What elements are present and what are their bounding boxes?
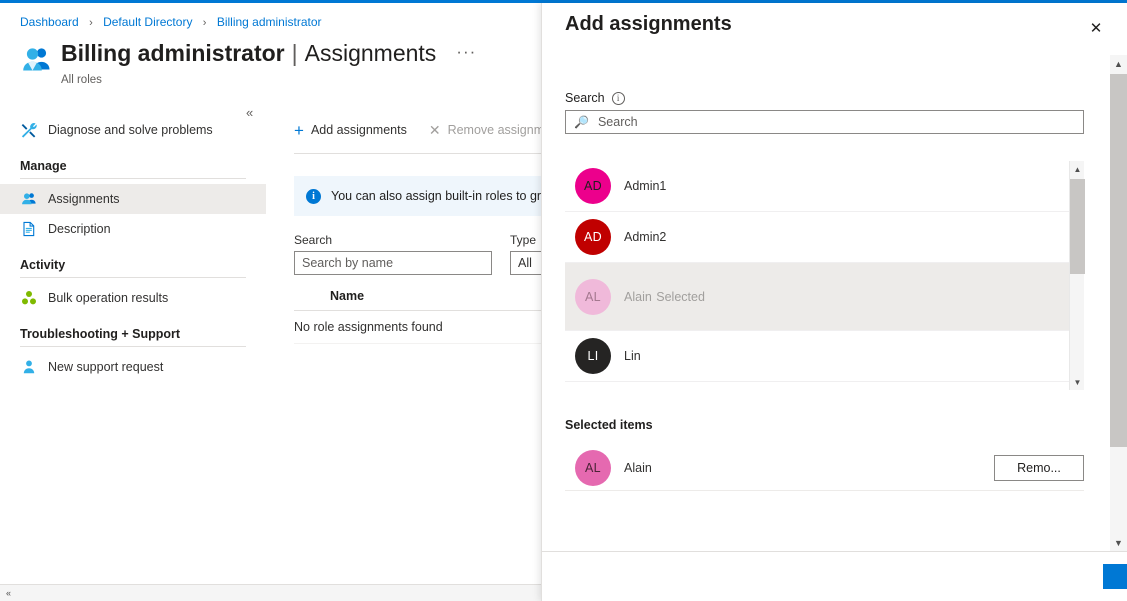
close-x-icon: ✕ (429, 123, 441, 137)
selected-item-name: Alain (624, 461, 994, 475)
sidebar-divider (20, 346, 246, 347)
document-icon (20, 220, 38, 238)
avatar: LI (575, 338, 611, 374)
breadcrumb: Dashboard › Default Directory › Billing … (20, 14, 322, 31)
panel-search-box[interactable]: 🔍 (565, 110, 1084, 134)
info-circle-icon[interactable]: i (612, 92, 625, 105)
sidebar-group-activity: Activity (0, 258, 266, 277)
column-header-name: Name (330, 289, 364, 303)
page-title-row: Billing administrator | Assignments ··· … (20, 39, 476, 88)
person-name: Alain (624, 290, 652, 304)
sidebar: « Diagnose and solve problems Manage (0, 115, 266, 382)
users-group-icon (20, 43, 54, 77)
list-item-selected-disabled: AL Alain Selected (565, 263, 1069, 331)
people-results-container: AD Admin1 AD Admin2 AL (565, 161, 1084, 390)
table-empty-message: No role assignments found (294, 320, 443, 334)
scrollbar-thumb[interactable] (1070, 179, 1085, 274)
search-filter-field: Search (294, 233, 492, 275)
panel-search-label-row: Search i (565, 91, 1105, 105)
avatar: AL (575, 450, 611, 486)
support-person-icon (20, 358, 38, 376)
sidebar-item-label: New support request (48, 360, 163, 374)
page-title-section: Assignments (305, 39, 437, 67)
remove-selected-item-button[interactable]: Remo... (994, 455, 1084, 481)
person-name: Admin2 (624, 230, 666, 244)
sidebar-item-label: Assignments (48, 192, 120, 206)
breadcrumb-item-billing-administrator[interactable]: Billing administrator (217, 15, 322, 29)
chevron-up-icon[interactable]: ▲ (1110, 55, 1127, 72)
sidebar-item-description[interactable]: Description (0, 214, 266, 244)
people-list-scrollbar[interactable]: ▲ ▼ (1069, 161, 1084, 390)
bulk-operations-icon (20, 289, 38, 307)
breadcrumb-item-dashboard[interactable]: Dashboard (20, 15, 79, 29)
search-filter-label: Search (294, 233, 492, 247)
person-status: Selected (656, 290, 705, 304)
list-item[interactable]: AD Admin1 (565, 161, 1069, 212)
list-item-meta: Alain Selected (624, 288, 705, 306)
panel-search-input[interactable] (596, 114, 1083, 130)
type-filter-value: All (518, 256, 532, 270)
page-title: Billing administrator | Assignments ··· (61, 39, 476, 70)
add-button[interactable]: Add (1103, 564, 1127, 589)
list-item[interactable]: AD Admin2 (565, 212, 1069, 263)
avatar: AD (575, 168, 611, 204)
sidebar-item-label: Description (48, 222, 111, 236)
add-assignments-panel: Add assignments ✕ Search i 🔍 AD Admin1 (541, 3, 1127, 601)
sidebar-item-assignments[interactable]: Assignments (0, 184, 266, 214)
sidebar-divider (20, 178, 246, 179)
close-icon[interactable]: ✕ (1083, 15, 1109, 41)
search-input[interactable] (294, 251, 492, 275)
breadcrumb-item-default-directory[interactable]: Default Directory (103, 15, 192, 29)
sidebar-group-manage: Manage (0, 159, 266, 178)
breadcrumb-separator: › (203, 17, 207, 29)
panel-footer: Add (542, 551, 1127, 601)
sidebar-item-bulk-operation-results[interactable]: Bulk operation results (0, 283, 266, 313)
sidebar-group-troubleshooting-support: Troubleshooting + Support (0, 327, 266, 346)
selected-items-title: Selected items (565, 418, 1105, 432)
scroll-left-arrow-icon[interactable]: « (0, 588, 17, 598)
sidebar-item-new-support-request[interactable]: New support request (0, 352, 266, 382)
people-results-list: AD Admin1 AD Admin2 AL (565, 161, 1069, 390)
scrollbar-thumb[interactable] (1110, 74, 1127, 447)
page-title-primary: Billing administrator (61, 39, 285, 67)
person-name: Lin (624, 349, 641, 363)
person-name: Admin1 (624, 179, 666, 193)
sidebar-item-label: Diagnose and solve problems (48, 123, 213, 137)
horizontal-scrollbar[interactable]: « (0, 584, 541, 601)
wrench-screwdriver-icon (20, 121, 38, 139)
sidebar-item-label: Bulk operation results (48, 291, 168, 305)
page-title-divider: | (292, 39, 298, 67)
sidebar-collapse-button[interactable]: « (246, 106, 253, 119)
list-item-meta: Lin (624, 347, 641, 365)
selected-item-row: AL Alain Remo... (565, 445, 1084, 491)
page-subtitle: All roles (61, 74, 102, 86)
panel-header: Add assignments ✕ (542, 3, 1127, 55)
sidebar-divider (20, 277, 246, 278)
breadcrumb-separator: › (89, 17, 93, 29)
add-assignments-label: Add assignments (311, 123, 407, 137)
list-item-meta: Admin1 (624, 177, 666, 195)
info-icon: i (306, 189, 321, 204)
list-item-meta: Admin2 (624, 228, 666, 246)
chevron-down-icon[interactable]: ▼ (1110, 534, 1127, 551)
chevron-up-icon[interactable]: ▲ (1070, 161, 1085, 177)
panel-search-label: Search (565, 91, 605, 105)
page-title-text: Billing administrator | Assignments ··· … (61, 39, 476, 88)
search-icon: 🔍 (574, 115, 589, 129)
list-item[interactable]: LI Lin (565, 331, 1069, 382)
add-assignments-button[interactable]: + Add assignments (294, 122, 407, 139)
panel-body: Search i 🔍 AD Admin1 AD (542, 55, 1105, 551)
plus-icon: + (294, 122, 304, 139)
panel-title: Add assignments (565, 13, 732, 36)
portal-root: Dashboard › Default Directory › Billing … (0, 0, 1127, 601)
avatar: AL (575, 279, 611, 315)
avatar: AD (575, 219, 611, 255)
more-options-button[interactable]: ··· (456, 38, 476, 66)
sidebar-item-diagnose-and-solve-problems[interactable]: Diagnose and solve problems (0, 115, 266, 145)
panel-scrollbar[interactable]: ▲ ▼ (1110, 55, 1127, 551)
chevron-down-icon[interactable]: ▼ (1070, 374, 1085, 390)
assignments-users-icon (20, 190, 38, 208)
